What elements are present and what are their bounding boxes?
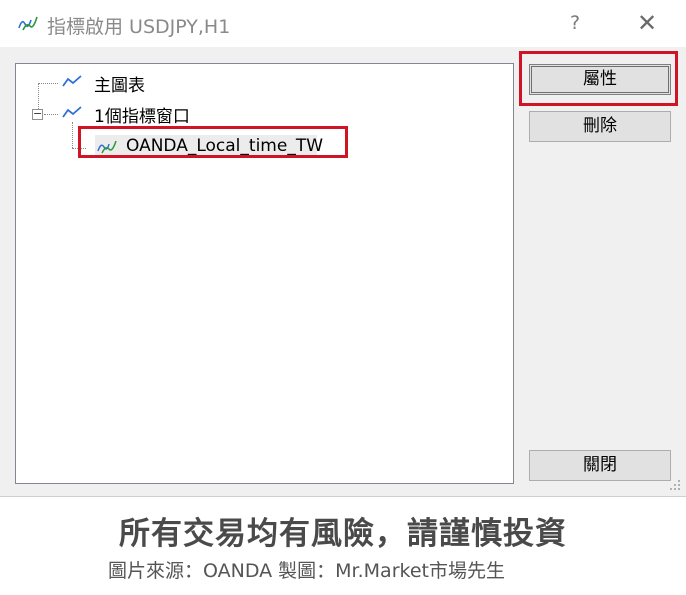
window-title: 指標啟用 USDJPY,H1 bbox=[47, 16, 231, 38]
tree-item-indicator-window[interactable]: 1個指標窗口 bbox=[94, 102, 190, 127]
delete-button[interactable]: 刪除 bbox=[529, 111, 671, 142]
close-button[interactable]: 關閉 bbox=[529, 450, 671, 481]
window-close-button[interactable]: ✕ bbox=[632, 8, 662, 38]
resize-grip-icon[interactable] bbox=[666, 476, 682, 492]
line-chart-icon bbox=[62, 106, 82, 118]
title-bar: 指標啟用 USDJPY,H1 ? ✕ bbox=[0, 0, 686, 47]
indicator-icon bbox=[18, 16, 38, 31]
collapse-toggle[interactable]: − bbox=[32, 108, 43, 120]
line-chart-icon bbox=[62, 75, 82, 87]
image-source-credit: 圖片來源：OANDA 製圖：Mr.Market市場先生 bbox=[108, 560, 505, 582]
tree-connector bbox=[44, 114, 58, 115]
tree-item-main-chart[interactable]: 主圖表 bbox=[94, 71, 145, 96]
risk-warning: 所有交易均有風險，請謹慎投資 bbox=[119, 516, 567, 552]
tree-connector bbox=[38, 83, 58, 84]
indicator-dialog: 指標啟用 USDJPY,H1 ? ✕ 主圖表 − 1個指標窗口 OANDA_Lo… bbox=[0, 0, 686, 497]
help-button[interactable]: ? bbox=[560, 8, 590, 38]
properties-highlight bbox=[519, 51, 678, 106]
tree-connector bbox=[72, 122, 73, 148]
selection-highlight bbox=[78, 126, 348, 158]
